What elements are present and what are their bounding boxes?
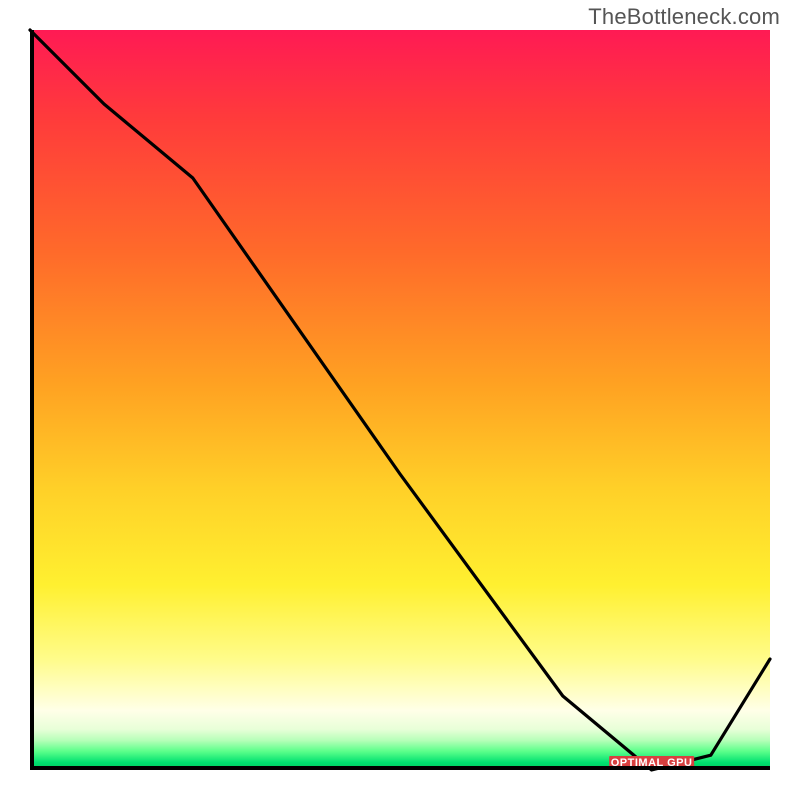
watermark-text: TheBottleneck.com xyxy=(588,4,780,30)
plot-area: OPTIMAL GPU xyxy=(30,30,770,770)
heat-gradient xyxy=(30,30,770,770)
optimal-gpu-label: OPTIMAL GPU xyxy=(609,756,695,770)
chart-container: TheBottleneck.com OPTIMAL GPU xyxy=(0,0,800,800)
